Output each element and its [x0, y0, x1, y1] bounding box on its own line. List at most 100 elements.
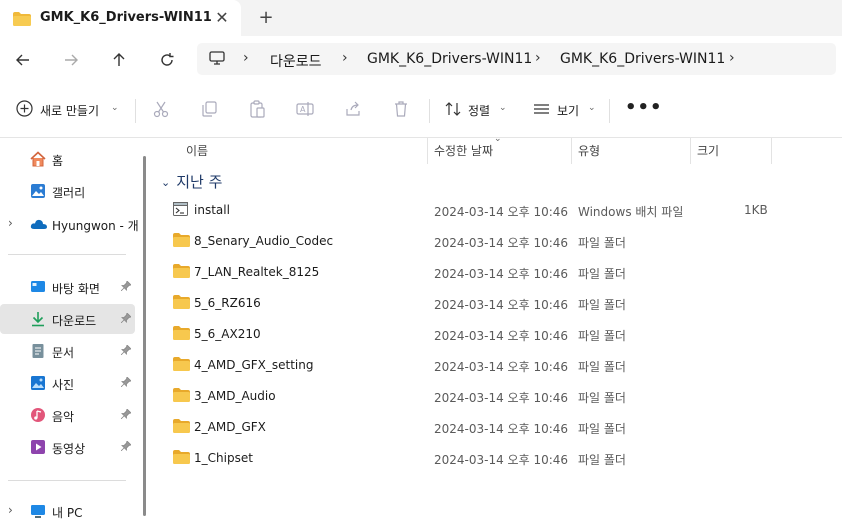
command-bar: 새로 만들기 ⌄ A 정렬 ⌄ 보기 ⌄ ••• [0, 87, 842, 133]
column-divider[interactable] [571, 138, 572, 164]
group-label: 지난 주 [176, 173, 223, 191]
pin-icon[interactable] [120, 344, 132, 358]
computer-icon [209, 51, 225, 69]
rename-icon: A [296, 102, 314, 116]
file-modified: 2024-03-14 오후 10:46 [434, 453, 569, 467]
column-header-modified[interactable]: 수정한 날짜 [434, 142, 493, 166]
sidebar-item-documents[interactable]: 문서 [0, 336, 135, 366]
paste-button[interactable] [248, 100, 268, 120]
group-header-last-week[interactable]: ⌄ 지난 주 [161, 171, 222, 192]
folder-icon [173, 264, 190, 281]
column-divider[interactable] [690, 138, 691, 164]
more-options-button[interactable]: ••• [625, 97, 663, 118]
file-name: 5_6_RZ616 [194, 296, 261, 310]
view-label: 보기 [557, 104, 580, 118]
forward-button[interactable] [57, 46, 85, 74]
file-row[interactable]: 5_6_AX210 2024-03-14 오후 10:46 파일 폴더 [165, 319, 825, 349]
documents-icon [30, 343, 46, 359]
paste-icon [250, 100, 265, 118]
folder-icon [173, 419, 190, 436]
pin-icon[interactable] [120, 280, 132, 294]
folder-icon [173, 326, 190, 343]
file-list: 이름 수정한 날짜 ⌄ 유형 크기 ⌄ 지난 주 install 2024-03-1… [148, 134, 842, 519]
sidebar-item-gallery[interactable]: 갤러리 [0, 176, 135, 206]
share-button[interactable] [344, 100, 364, 120]
file-size: 1KB [744, 203, 768, 217]
chevron-right-icon[interactable]: › [8, 216, 13, 230]
delete-button[interactable] [392, 100, 412, 120]
file-type: 파일 폴더 [578, 422, 626, 436]
svg-text:A: A [300, 105, 306, 114]
downloads-icon [30, 311, 46, 327]
desktop-icon [30, 279, 46, 295]
column-header-type[interactable]: 유형 [578, 142, 600, 166]
trash-icon [395, 101, 407, 117]
column-divider[interactable] [427, 138, 428, 164]
sidebar-item-this-pc[interactable]: › 내 PC [0, 496, 135, 519]
column-header-size[interactable]: 크기 [697, 142, 719, 166]
breadcrumb-downloads[interactable]: 다운로드 [270, 51, 322, 71]
file-modified: 2024-03-14 오후 10:46 [434, 360, 569, 374]
column-header-name[interactable]: 이름 [186, 142, 208, 166]
file-type: 파일 폴더 [578, 391, 626, 405]
sidebar-item-music[interactable]: 음악 [0, 400, 135, 430]
breadcrumb-separator: › [535, 50, 541, 66]
chevron-down-icon: ⌄ [499, 103, 507, 113]
chevron-right-icon[interactable]: › [8, 503, 13, 517]
rename-button[interactable]: A [296, 100, 316, 120]
sidebar-item-desktop[interactable]: 바탕 화면 [0, 272, 135, 302]
file-type: 파일 폴더 [578, 298, 626, 312]
pin-icon[interactable] [120, 440, 132, 454]
new-button-label: 새로 만들기 [40, 104, 100, 118]
file-type: Windows 배치 파일 [578, 205, 684, 219]
videos-icon [30, 439, 46, 455]
sidebar-item-home[interactable]: 홈 [0, 144, 135, 174]
up-button[interactable] [105, 46, 133, 74]
plus-circle-icon [16, 100, 33, 117]
sort-label: 정렬 [468, 104, 491, 118]
pin-icon[interactable] [120, 408, 132, 422]
file-row[interactable]: 3_AMD_Audio 2024-03-14 오후 10:46 파일 폴더 [165, 381, 825, 411]
breadcrumb-folder-1[interactable]: GMK_K6_Drivers-WIN11 [367, 51, 532, 67]
sidebar-scrollbar[interactable] [143, 156, 146, 516]
copy-icon [202, 101, 217, 117]
cut-button[interactable] [152, 100, 172, 120]
sidebar-item-downloads[interactable]: 다운로드 [0, 304, 135, 334]
breadcrumb-folder-2[interactable]: GMK_K6_Drivers-WIN11 [560, 51, 725, 67]
refresh-button[interactable] [153, 46, 181, 74]
file-modified: 2024-03-14 오후 10:46 [434, 205, 569, 219]
column-divider[interactable] [771, 138, 772, 164]
home-icon [30, 151, 46, 167]
folder-icon [13, 12, 31, 29]
sidebar-item-onedrive[interactable]: › Hyungwon - 개 [0, 209, 139, 239]
pin-icon[interactable] [120, 312, 132, 326]
file-row[interactable]: install 2024-03-14 오후 10:46 Windows 배치 파일 1… [165, 195, 825, 225]
sidebar-item-pictures[interactable]: 사진 [0, 368, 135, 398]
address-bar[interactable]: › 다운로드 › GMK_K6_Drivers-WIN11 › GMK_K6_D… [197, 43, 836, 75]
file-row[interactable]: 8_Senary_Audio_Codec 2024-03-14 오후 10:46 파… [165, 226, 825, 256]
breadcrumb-separator: › [342, 50, 348, 66]
back-button[interactable] [9, 46, 37, 74]
new-tab-button[interactable]: + [254, 6, 278, 30]
navigation-pane: 홈 갤러리 › Hyungwon - 개 바탕 화면 다운로드 문서 사진 음악… [0, 138, 148, 519]
file-row[interactable]: 7_LAN_Realtek_8125 2024-03-14 오후 10:46 파일 … [165, 257, 825, 287]
tab-title: GMK_K6_Drivers-WIN11 [40, 10, 212, 25]
copy-button[interactable] [200, 100, 220, 120]
view-list-icon [534, 104, 549, 114]
file-row[interactable]: 4_AMD_GFX_setting 2024-03-14 오후 10:46 파일 폴… [165, 350, 825, 380]
batch-file-icon [173, 202, 188, 219]
file-row[interactable]: 5_6_RZ616 2024-03-14 오후 10:46 파일 폴더 [165, 288, 825, 318]
tab-current[interactable]: GMK_K6_Drivers-WIN11 ✕ [0, 0, 241, 37]
pin-icon[interactable] [120, 376, 132, 390]
tab-close-icon[interactable]: ✕ [210, 6, 234, 30]
file-type: 파일 폴더 [578, 453, 626, 467]
file-type: 파일 폴더 [578, 360, 626, 374]
file-row[interactable]: 1_Chipset 2024-03-14 오후 10:46 파일 폴더 [165, 443, 825, 473]
sidebar-item-videos[interactable]: 동영상 [0, 432, 135, 462]
this-pc-icon [30, 503, 46, 519]
file-modified: 2024-03-14 오후 10:46 [434, 298, 569, 312]
breadcrumb-separator[interactable]: › [729, 50, 735, 66]
file-modified: 2024-03-14 오후 10:46 [434, 329, 569, 343]
cut-icon [153, 101, 169, 118]
file-row[interactable]: 2_AMD_GFX 2024-03-14 오후 10:46 파일 폴더 [165, 412, 825, 442]
